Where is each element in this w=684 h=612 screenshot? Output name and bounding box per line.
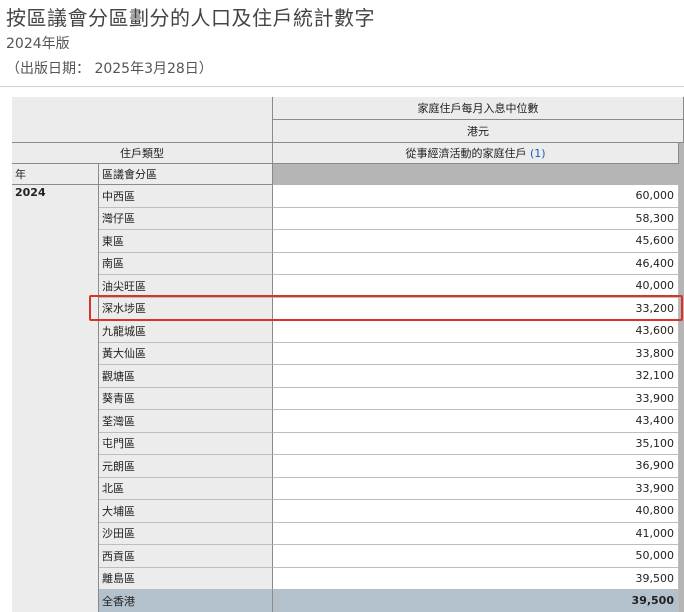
row-edge [679,522,684,545]
income-value: 33,200 [273,297,679,320]
income-value: 32,100 [273,365,679,388]
district-label: 油尖旺區 [99,275,273,298]
district-label: 元朗區 [99,455,273,478]
header-corner [12,97,273,143]
total-label: 全香港 [99,590,273,612]
income-value: 40,000 [273,275,679,298]
edition-label: 2024年版 [6,36,70,52]
income-value: 58,300 [273,207,679,230]
income-value: 41,000 [273,522,679,545]
row-edge [679,342,684,365]
income-value: 46,400 [273,252,679,275]
district-label: 灣仔區 [99,207,273,230]
statistics-table: 家庭住戶每月入息中位數 港元 住戶類型 從事經濟活動的家庭住戶 (1) 年 區議… [12,97,684,612]
row-edge [679,567,684,590]
page-title: 按區議會分區劃分的人口及住戶統計數字 [6,6,375,30]
row-edge [679,477,684,500]
income-value: 43,400 [273,410,679,433]
district-label: 北區 [99,477,273,500]
measure-label: 從事經濟活動的家庭住戶 [405,147,527,160]
income-value: 50,000 [273,545,679,568]
measure-header: 從事經濟活動的家庭住戶 (1) [273,143,679,164]
year-header: 年 [12,164,99,185]
row-edge [679,275,684,298]
row-dimension-header: 住戶類型 [12,143,273,164]
row-edge [679,590,684,612]
row-edge [679,185,684,208]
district-header: 區議會分區 [99,164,273,185]
year-value: 2024 [15,186,46,199]
release-date: （出版日期： 2025年3月28日） [6,61,213,77]
district-label: 東區 [99,230,273,253]
row-edge [679,500,684,523]
year-cell: 2024 [12,185,99,612]
row-edge [679,432,684,455]
district-label: 大埔區 [99,500,273,523]
footnote-link[interactable]: (1) [530,147,546,160]
district-label: 黃大仙區 [99,342,273,365]
col-group-header: 家庭住戶每月入息中位數 [273,97,684,120]
income-value: 60,000 [273,185,679,208]
income-value: 33,900 [273,477,679,500]
row-edge [679,410,684,433]
header-edge [679,143,684,164]
row-edge [679,207,684,230]
income-value: 43,600 [273,320,679,343]
district-label: 葵青區 [99,387,273,410]
district-label: 離島區 [99,567,273,590]
income-value: 40,800 [273,500,679,523]
income-value: 33,800 [273,342,679,365]
row-edge [679,455,684,478]
row-edge [679,297,684,320]
income-value: 45,600 [273,230,679,253]
income-value: 36,900 [273,455,679,478]
unit-header: 港元 [273,120,684,143]
income-value: 35,100 [273,432,679,455]
district-label: 沙田區 [99,522,273,545]
district-label: 中西區 [99,185,273,208]
total-value: 39,500 [273,590,679,612]
income-value: 33,900 [273,387,679,410]
row-edge [679,320,684,343]
district-label: 荃灣區 [99,410,273,433]
district-label: 九龍城區 [99,320,273,343]
row-edge [679,545,684,568]
row-edge [679,365,684,388]
district-label: 深水埗區 [99,297,273,320]
row-edge [679,230,684,253]
income-value: 39,500 [273,567,679,590]
row-edge [679,387,684,410]
district-label: 西貢區 [99,545,273,568]
district-label: 觀塘區 [99,365,273,388]
row-edge [679,252,684,275]
district-label: 屯門區 [99,432,273,455]
divider [0,86,684,87]
header-fill [273,164,684,185]
district-label: 南區 [99,252,273,275]
